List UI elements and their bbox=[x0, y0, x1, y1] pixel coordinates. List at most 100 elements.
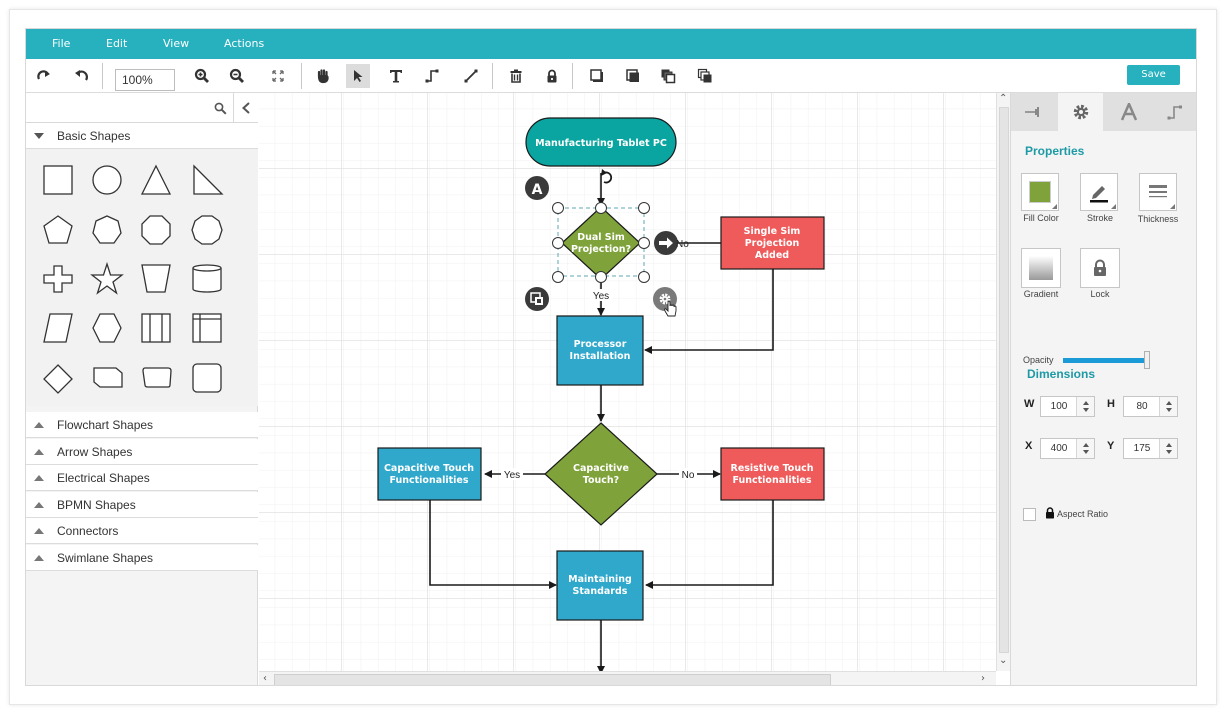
resize-handle-e[interactable] bbox=[638, 237, 650, 249]
horizontal-scroll-thumb[interactable] bbox=[274, 674, 831, 685]
shape-cut-corner-rectangle[interactable] bbox=[93, 367, 123, 388]
y-input[interactable] bbox=[1124, 439, 1160, 458]
spin-down-icon[interactable] bbox=[1083, 408, 1089, 412]
clone-handle[interactable] bbox=[525, 287, 549, 311]
scroll-down-icon[interactable]: ⌄ bbox=[999, 655, 1007, 666]
send-backward-button[interactable] bbox=[656, 64, 680, 88]
straight-connector-button[interactable] bbox=[459, 64, 483, 88]
resize-handle-sw[interactable] bbox=[552, 271, 564, 283]
shape-parallelogram[interactable] bbox=[43, 313, 73, 343]
pan-tool-button[interactable] bbox=[311, 64, 335, 88]
bring-forward-button[interactable] bbox=[693, 64, 717, 88]
diagram-canvas[interactable]: Manufacturing Tablet PC Dual Sim Project… bbox=[259, 93, 996, 685]
tab-settings[interactable] bbox=[1058, 93, 1103, 131]
palette-section-basic-shapes[interactable]: Basic Shapes bbox=[26, 123, 258, 149]
opacity-slider-track[interactable] bbox=[1063, 358, 1147, 363]
shape-hexagon[interactable] bbox=[92, 313, 122, 343]
palette-section-electrical-shapes[interactable]: Electrical Shapes bbox=[26, 465, 258, 491]
shape-decagon[interactable] bbox=[191, 215, 223, 245]
shape-rectangle[interactable] bbox=[43, 165, 73, 195]
x-spin-buttons[interactable] bbox=[1076, 439, 1094, 458]
undo-button[interactable] bbox=[69, 64, 93, 88]
node-single-sim-projection-added[interactable]: Single Sim Projection Added bbox=[720, 216, 825, 270]
save-button[interactable]: Save bbox=[1127, 65, 1180, 85]
lock-button[interactable] bbox=[540, 64, 564, 88]
text-tool-button[interactable] bbox=[384, 64, 408, 88]
scroll-left-icon[interactable]: ‹ bbox=[263, 673, 267, 684]
lock-shape-button[interactable] bbox=[1080, 248, 1120, 288]
node-capacitive-touch-functionalities[interactable]: Capacitive Touch Functionalities bbox=[377, 447, 482, 501]
spin-up-icon[interactable] bbox=[1166, 401, 1172, 405]
orthogonal-connector-button[interactable] bbox=[420, 64, 444, 88]
scroll-up-icon[interactable]: ⌃ bbox=[999, 93, 1007, 104]
redo-button[interactable] bbox=[32, 64, 56, 88]
zoom-out-button[interactable] bbox=[225, 64, 249, 88]
palette-search-input[interactable] bbox=[30, 97, 206, 119]
palette-section-bpmn-shapes[interactable]: BPMN Shapes bbox=[26, 492, 258, 518]
resize-handle-s[interactable] bbox=[595, 271, 607, 283]
shape-heptagon[interactable] bbox=[92, 215, 122, 244]
resize-handle-w[interactable] bbox=[552, 237, 564, 249]
menu-view[interactable]: View bbox=[163, 29, 189, 59]
zoom-in-button[interactable] bbox=[190, 64, 214, 88]
shape-octagon[interactable] bbox=[141, 215, 171, 245]
spin-up-icon[interactable] bbox=[1083, 443, 1089, 447]
resize-handle-nw[interactable] bbox=[552, 202, 564, 214]
palette-section-arrow-shapes[interactable]: Arrow Shapes bbox=[26, 439, 258, 465]
fill-color-button[interactable] bbox=[1021, 173, 1059, 211]
resize-handle-ne[interactable] bbox=[638, 202, 650, 214]
menu-edit[interactable]: Edit bbox=[106, 29, 127, 59]
zoom-level-input[interactable] bbox=[115, 69, 175, 91]
vertical-scroll-thumb[interactable] bbox=[999, 107, 1009, 653]
palette-section-swimlane-shapes[interactable]: Swimlane Shapes bbox=[26, 545, 258, 571]
tab-text[interactable] bbox=[1106, 93, 1151, 131]
node-manufacturing-tablet-pc[interactable]: Manufacturing Tablet PC bbox=[525, 117, 677, 167]
aspect-ratio-checkbox[interactable] bbox=[1023, 508, 1036, 521]
shape-rounded-rectangle[interactable] bbox=[192, 363, 222, 393]
spin-down-icon[interactable] bbox=[1166, 408, 1172, 412]
connect-handle[interactable] bbox=[654, 231, 678, 255]
select-tool-button[interactable] bbox=[346, 64, 370, 88]
gradient-button[interactable] bbox=[1021, 248, 1061, 288]
shape-trapezoid[interactable] bbox=[141, 264, 171, 293]
spin-down-icon[interactable] bbox=[1083, 450, 1089, 454]
menu-file[interactable]: File bbox=[52, 29, 70, 59]
horizontal-scrollbar[interactable]: ‹ › bbox=[259, 671, 996, 685]
shape-triangle[interactable] bbox=[140, 164, 172, 195]
x-input[interactable] bbox=[1041, 439, 1077, 458]
resize-handle-n[interactable] bbox=[595, 202, 607, 214]
palette-section-flowchart-shapes[interactable]: Flowchart Shapes bbox=[26, 412, 258, 438]
thickness-button[interactable] bbox=[1139, 173, 1177, 211]
palette-search-button[interactable] bbox=[210, 98, 230, 118]
shape-tri-column[interactable] bbox=[141, 313, 171, 343]
annotation-handle[interactable]: A bbox=[525, 176, 549, 200]
shape-internal-storage[interactable] bbox=[192, 313, 222, 343]
node-maintaining-standards[interactable]: Maintaining Standards bbox=[556, 550, 644, 621]
menu-actions[interactable]: Actions bbox=[224, 29, 264, 59]
shape-right-triangle[interactable] bbox=[193, 164, 224, 195]
spin-up-icon[interactable] bbox=[1083, 401, 1089, 405]
width-spin-buttons[interactable] bbox=[1076, 397, 1094, 416]
shape-star[interactable] bbox=[90, 261, 124, 295]
stroke-button[interactable] bbox=[1080, 173, 1118, 211]
shape-diamond[interactable] bbox=[43, 364, 73, 394]
fit-to-page-button[interactable] bbox=[266, 64, 290, 88]
palette-section-connectors[interactable]: Connectors bbox=[26, 518, 258, 544]
tab-connector[interactable] bbox=[1152, 93, 1196, 131]
shape-cylinder[interactable] bbox=[192, 264, 222, 293]
node-processor-installation[interactable]: Processor Installation bbox=[556, 315, 644, 386]
send-to-back-button[interactable] bbox=[585, 64, 609, 88]
tab-pin[interactable] bbox=[1011, 93, 1056, 131]
spin-up-icon[interactable] bbox=[1166, 443, 1172, 447]
delete-button[interactable] bbox=[504, 64, 528, 88]
collapse-palette-button[interactable] bbox=[233, 93, 258, 123]
shape-plus[interactable] bbox=[43, 265, 73, 293]
shape-rounded-trapezoid[interactable] bbox=[142, 367, 172, 388]
height-spin-buttons[interactable] bbox=[1159, 397, 1177, 416]
opacity-slider-thumb[interactable] bbox=[1144, 351, 1150, 369]
y-spin-buttons[interactable] bbox=[1159, 439, 1177, 458]
bring-to-front-button[interactable] bbox=[621, 64, 645, 88]
shape-pentagon[interactable] bbox=[43, 215, 73, 244]
resize-handle-se[interactable] bbox=[638, 271, 650, 283]
vertical-scrollbar[interactable]: ⌃ ⌄ bbox=[996, 93, 1010, 671]
